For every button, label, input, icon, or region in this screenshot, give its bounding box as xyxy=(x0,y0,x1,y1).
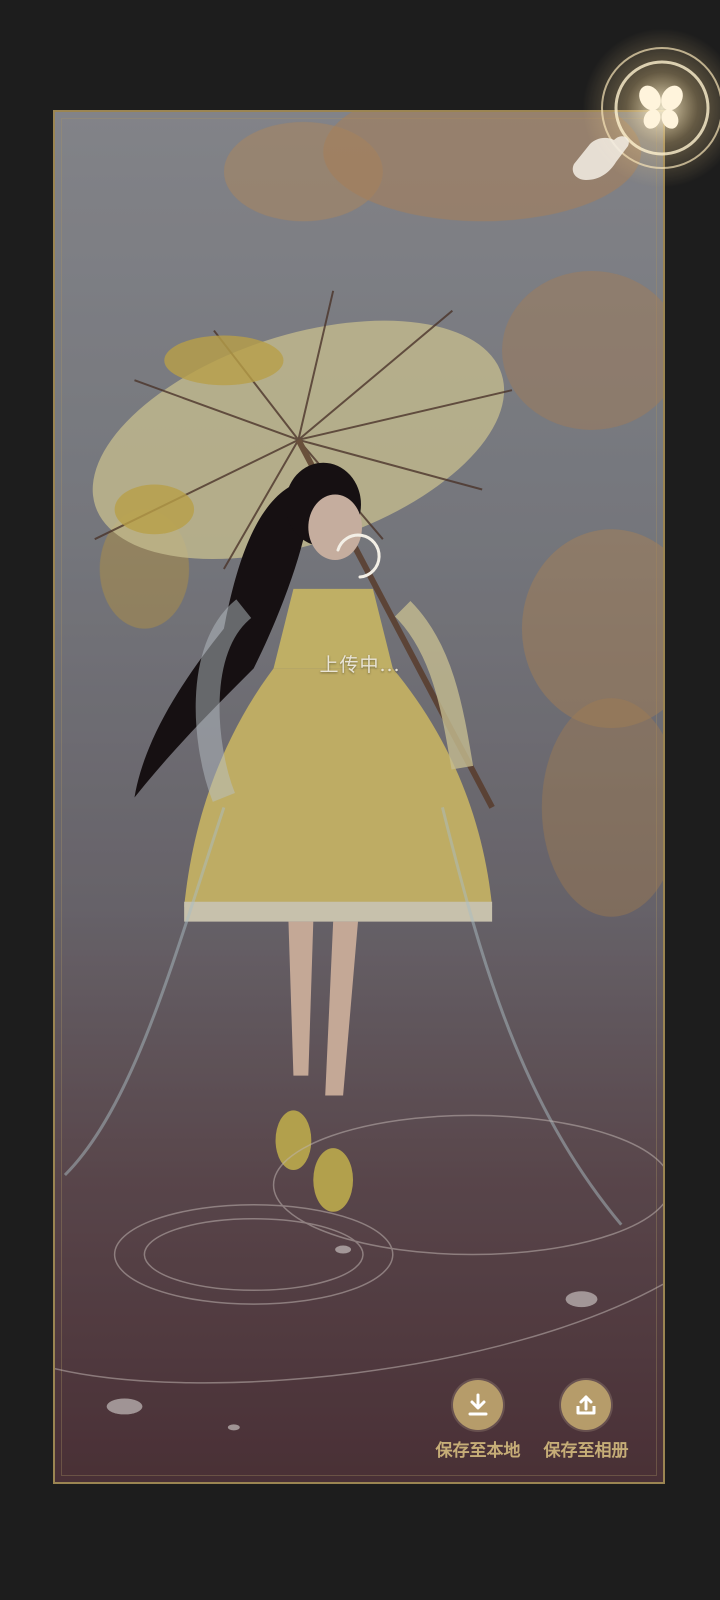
dim-overlay xyxy=(55,112,663,1482)
uploading-status-text: 上传中... xyxy=(319,654,401,676)
upload-share-icon xyxy=(561,1380,611,1430)
photo-frame xyxy=(53,110,665,1484)
save-album-label: 保存至相册 xyxy=(543,1441,629,1461)
save-local-label: 保存至本地 xyxy=(435,1441,521,1461)
tap-hand-guide-icon[interactable] xyxy=(570,20,720,230)
save-album-button[interactable]: 保存至相册 xyxy=(538,1380,634,1461)
save-local-button[interactable]: 保存至本地 xyxy=(430,1380,526,1461)
loading-spinner-icon xyxy=(336,533,381,579)
download-icon xyxy=(453,1380,503,1430)
